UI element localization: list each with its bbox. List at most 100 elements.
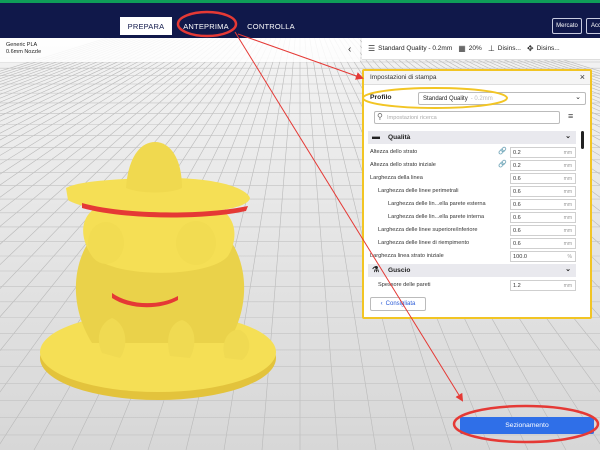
- chevron-left-icon: ‹: [380, 301, 383, 307]
- setting-value: 0.2: [513, 149, 521, 156]
- print-settings-summary[interactable]: ☰ Standard Quality - 0.2mm ▦ 20% ⊥ Disin…: [362, 38, 600, 60]
- setting-label: Larghezza delle linee perimetrali: [378, 188, 459, 194]
- setting-value-input[interactable]: 0.6 mm: [510, 238, 576, 249]
- setting-value: 0.6: [513, 201, 521, 208]
- settings-search-input[interactable]: ⚲ Impostazioni ricerca: [374, 111, 560, 124]
- print-settings-panel: Impostazioni di stampa × Profilo Standar…: [362, 69, 592, 319]
- setting-value: 0.6: [513, 175, 521, 182]
- chevron-down-icon: ⌄: [565, 133, 571, 140]
- category-quality-label: Qualità: [388, 134, 411, 141]
- setting-value: 0.2: [513, 162, 521, 169]
- support-summary[interactable]: ⊥ Disins...: [488, 44, 521, 53]
- setting-value-input[interactable]: 0.2 mm: [510, 147, 576, 158]
- search-placeholder: Impostazioni ricerca: [387, 114, 437, 121]
- setting-unit: mm: [563, 202, 572, 208]
- setting-row: Larghezza linea strato iniziale 100.0%: [368, 250, 576, 263]
- category-walls[interactable]: ⚗ Guscio ⌄: [368, 264, 576, 277]
- setting-label: Larghezza delle linee di riempimento: [378, 240, 470, 246]
- setting-label: Larghezza delle lin...ella parete intern…: [388, 214, 485, 220]
- search-icon: ⚲: [377, 112, 383, 121]
- setting-value: 0.6: [513, 188, 521, 195]
- setting-label: Larghezza linea strato iniziale: [370, 253, 444, 259]
- category-quality[interactable]: ▬ Qualità ⌄: [368, 131, 576, 144]
- setting-unit: mm: [563, 150, 572, 156]
- setting-value-input[interactable]: 100.0%: [510, 251, 576, 262]
- close-icon[interactable]: ×: [580, 72, 585, 82]
- setting-row: Spessore delle pareti 1.2 mm: [368, 279, 576, 292]
- setting-value-input[interactable]: 0.6 mm: [510, 173, 576, 184]
- setting-row: Larghezza delle lin...ella parete estern…: [368, 198, 576, 211]
- category-walls-label: Guscio: [388, 267, 411, 274]
- setting-unit: mm: [563, 163, 572, 169]
- setting-row: Larghezza delle linee perimetrali 0.6 mm: [368, 185, 576, 198]
- adhesion-summary-label: Disins...: [536, 45, 560, 52]
- printer-info-bar: Generic PLA 0.6mm Nozzle ‹: [0, 38, 360, 62]
- menu-icon[interactable]: ≡: [568, 111, 573, 121]
- recommended-label: Consigliata: [385, 301, 416, 307]
- setting-unit: mm: [563, 283, 572, 289]
- setting-row: Larghezza della linea 0.6 mm: [368, 172, 576, 185]
- setting-label: Altezza dello strato iniziale: [370, 162, 436, 168]
- setting-label: Larghezza delle linee superiore/inferior…: [378, 227, 478, 233]
- setting-row: Altezza dello strato 🔗 0.2 mm: [368, 146, 576, 159]
- setting-value-input[interactable]: 0.6 mm: [510, 199, 576, 210]
- tab-preview[interactable]: ANTEPRIMA: [180, 17, 232, 35]
- setting-value: 100.0: [513, 253, 527, 260]
- settings-scrollbar[interactable]: [581, 131, 584, 149]
- link-icon[interactable]: 🔗: [498, 147, 507, 155]
- setting-value-input[interactable]: 0.6 mm: [510, 225, 576, 236]
- nozzle-label: 0.6mm Nozzle: [6, 49, 42, 55]
- setting-unit: mm: [563, 189, 572, 195]
- setting-label: Altezza dello strato: [370, 149, 418, 155]
- account-button[interactable]: Acc: [586, 18, 600, 34]
- setting-label: Larghezza delle lin...ella parete estern…: [388, 201, 486, 207]
- profile-summary[interactable]: ☰ Standard Quality - 0.2mm: [368, 44, 452, 53]
- infill-summary[interactable]: ▦ 20%: [458, 44, 482, 53]
- material-label: Generic PLA: [6, 42, 38, 48]
- profile-icon: ☰: [368, 44, 376, 53]
- profile-select-value: Standard Quality: [423, 95, 468, 102]
- setting-unit: %: [567, 254, 572, 260]
- setting-label: Spessore delle pareti: [378, 282, 431, 288]
- setting-label: Larghezza della linea: [370, 175, 423, 181]
- profile-summary-label: Standard Quality - 0.2mm: [378, 45, 453, 52]
- setting-row: Altezza dello strato iniziale 🔗 0.2 mm: [368, 159, 576, 172]
- link-icon[interactable]: 🔗: [498, 160, 507, 168]
- setting-row: Larghezza delle lin...ella parete intern…: [368, 211, 576, 224]
- profile-select-hint: - 0.2mm: [470, 95, 493, 102]
- quality-icon: ▬: [372, 132, 380, 141]
- setting-value: 0.6: [513, 227, 521, 234]
- setting-value: 1.2: [513, 282, 521, 289]
- marketplace-button[interactable]: Mercato: [552, 18, 582, 34]
- adhesion-icon: ✥: [526, 44, 534, 53]
- walls-icon: ⚗: [372, 265, 380, 274]
- panel-title: Impostazioni di stampa: [370, 74, 437, 81]
- setting-row: Larghezza delle linee superiore/inferior…: [368, 224, 576, 237]
- chevron-down-icon: ⌄: [575, 94, 581, 101]
- setting-unit: mm: [563, 176, 572, 182]
- profile-select[interactable]: Standard Quality - 0.2mm ⌄: [418, 92, 586, 105]
- settings-list: ▬ Qualità ⌄ Altezza dello strato 🔗 0.2 mm…: [368, 131, 578, 293]
- support-icon: ⊥: [487, 44, 495, 53]
- setting-unit: mm: [563, 228, 572, 234]
- panel-header: Impostazioni di stampa ×: [364, 71, 590, 85]
- setting-value-input[interactable]: 0.6 mm: [510, 186, 576, 197]
- setting-unit: mm: [563, 241, 572, 247]
- slice-button[interactable]: Sezionamento: [460, 417, 594, 434]
- support-summary-label: Disins...: [497, 45, 521, 52]
- tab-monitor[interactable]: CONTROLLA: [244, 17, 298, 35]
- infill-icon: ▦: [458, 44, 466, 53]
- tab-prepare[interactable]: PREPARA: [120, 17, 172, 35]
- setting-value-input[interactable]: 0.2 mm: [510, 160, 576, 171]
- setting-value-input[interactable]: 0.6 mm: [510, 212, 576, 223]
- top-toolbar: PREPARA ANTEPRIMA CONTROLLA Mercato Acc: [0, 3, 600, 38]
- profile-label: Profilo: [370, 94, 392, 101]
- setting-value: 0.6: [513, 214, 521, 221]
- chevron-down-icon: ⌄: [565, 266, 571, 273]
- setting-value-input[interactable]: 1.2 mm: [510, 280, 576, 291]
- setting-value: 0.6: [513, 240, 521, 247]
- adhesion-summary[interactable]: ✥ Disins...: [527, 44, 560, 53]
- recommended-button[interactable]: ‹ Consigliata: [370, 297, 426, 311]
- chevron-left-icon[interactable]: ‹: [348, 44, 351, 55]
- setting-row: Larghezza delle linee di riempimento 0.6…: [368, 237, 576, 250]
